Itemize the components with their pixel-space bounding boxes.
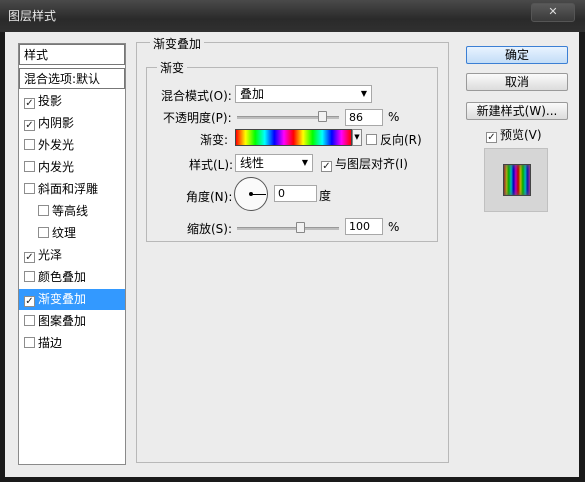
checkbox-unchecked-icon[interactable] xyxy=(24,183,35,194)
style-item-outer-glow[interactable]: 外发光 xyxy=(19,135,125,156)
style-item-label: 纹理 xyxy=(52,226,77,240)
style-select[interactable]: 线性 ▼ xyxy=(235,154,313,172)
scale-slider-track[interactable] xyxy=(237,227,339,230)
gradient-swatch[interactable] xyxy=(235,129,352,146)
style-item-label: 内阴影 xyxy=(38,116,75,130)
blend-mode-select[interactable]: 叠加 ▼ xyxy=(235,85,372,103)
preview-thumbnail xyxy=(484,148,548,212)
opacity-unit: % xyxy=(388,110,400,124)
style-item-pattern-overlay[interactable]: 图案叠加 xyxy=(19,311,125,332)
styles-header[interactable]: 样式 xyxy=(19,44,125,65)
dropdown-arrow-icon: ▼ xyxy=(301,158,308,167)
style-list-panel: 样式 混合选项:默认 ✓ 投影 ✓ 内阴影 外发光 内发光 斜面和浮雕 等高线 纹理… xyxy=(18,43,126,465)
window-title: 图层样式 xyxy=(8,9,57,23)
gradient-dropdown-arrow-icon[interactable]: ▼ xyxy=(352,129,362,146)
checkbox-checked-icon[interactable]: ✓ xyxy=(321,161,332,172)
style-item-label: 颜色叠加 xyxy=(38,270,87,284)
preview-label: 预览(V) xyxy=(500,128,542,142)
opacity-input[interactable]: 86 xyxy=(345,109,383,126)
blend-options-default[interactable]: 混合选项:默认 xyxy=(19,68,125,89)
style-item-label: 内发光 xyxy=(38,160,75,174)
checkbox-unchecked-icon[interactable] xyxy=(24,139,35,150)
checkbox-unchecked-icon[interactable] xyxy=(38,227,49,238)
subgroup-title: 渐变 xyxy=(157,59,188,76)
style-item-label: 图案叠加 xyxy=(38,314,87,328)
style-item-texture[interactable]: 纹理 xyxy=(19,223,125,244)
section-title: 渐变叠加 xyxy=(150,35,205,52)
style-item-drop-shadow[interactable]: ✓ 投影 xyxy=(19,91,125,112)
angle-input[interactable]: 0 xyxy=(274,185,317,202)
scale-unit: % xyxy=(388,220,400,234)
cancel-button[interactable]: 取消 xyxy=(466,73,568,91)
scale-slider-thumb[interactable] xyxy=(296,222,305,233)
title-bar[interactable]: 图层样式 ✕ xyxy=(0,0,585,32)
angle-needle xyxy=(251,194,266,195)
style-item-gradient-overlay[interactable]: ✓ 渐变叠加 xyxy=(19,289,125,310)
style-item-label: 光泽 xyxy=(38,248,63,262)
checkbox-unchecked-icon[interactable] xyxy=(24,271,35,282)
ok-button[interactable]: 确定 xyxy=(466,46,568,64)
dropdown-arrow-icon: ▼ xyxy=(360,89,367,98)
checkbox-checked-icon[interactable]: ✓ xyxy=(24,296,35,307)
style-item-stroke[interactable]: 描边 xyxy=(19,333,125,354)
style-item-inner-shadow[interactable]: ✓ 内阴影 xyxy=(19,113,125,134)
checkbox-checked-icon[interactable]: ✓ xyxy=(486,132,497,143)
new-style-button[interactable]: 新建样式(W)... xyxy=(466,102,568,120)
style-item-bevel-emboss[interactable]: 斜面和浮雕 xyxy=(19,179,125,200)
opacity-slider-thumb[interactable] xyxy=(318,111,327,122)
checkbox-unchecked-icon[interactable] xyxy=(24,337,35,348)
style-item-label: 外发光 xyxy=(38,138,75,152)
angle-unit: 度 xyxy=(319,189,332,203)
dialog-client: 样式 混合选项:默认 ✓ 投影 ✓ 内阴影 外发光 内发光 斜面和浮雕 等高线 纹理… xyxy=(5,32,579,477)
close-button[interactable]: ✕ xyxy=(531,3,575,22)
style-item-label: 描边 xyxy=(38,336,63,350)
checkbox-unchecked-icon[interactable] xyxy=(38,205,49,216)
style-item-inner-glow[interactable]: 内发光 xyxy=(19,157,125,178)
style-item-label: 渐变叠加 xyxy=(38,292,87,306)
checkbox-checked-icon[interactable]: ✓ xyxy=(24,252,35,263)
style-item-contour[interactable]: 等高线 xyxy=(19,201,125,222)
opacity-label: 不透明度(P): xyxy=(163,111,232,125)
checkbox-unchecked-icon[interactable] xyxy=(24,315,35,326)
blend-mode-label: 混合模式(O): xyxy=(161,89,232,103)
style-item-label: 投影 xyxy=(38,94,63,108)
style-item-label: 等高线 xyxy=(52,204,89,218)
reverse-label: 反向(R) xyxy=(380,133,422,147)
gradient-label: 渐变: xyxy=(200,133,229,147)
angle-dial[interactable] xyxy=(234,177,268,211)
reverse-option[interactable]: 反向(R) xyxy=(366,131,422,148)
checkbox-checked-icon[interactable]: ✓ xyxy=(24,98,35,109)
angle-center-dot xyxy=(249,192,253,196)
style-label: 样式(L): xyxy=(189,158,234,172)
preview-swatch xyxy=(503,164,531,196)
scale-input[interactable]: 100 xyxy=(345,218,383,235)
checkbox-checked-icon[interactable]: ✓ xyxy=(24,120,35,131)
align-label: 与图层对齐(I) xyxy=(335,157,408,171)
checkbox-unchecked-icon[interactable] xyxy=(366,134,377,145)
scale-label: 缩放(S): xyxy=(187,222,233,236)
preview-option[interactable]: ✓ 预览(V) xyxy=(486,126,542,143)
align-with-layer-option[interactable]: ✓ 与图层对齐(I) xyxy=(321,155,408,172)
angle-label: 角度(N): xyxy=(186,190,233,204)
style-item-satin[interactable]: ✓ 光泽 xyxy=(19,245,125,266)
checkbox-unchecked-icon[interactable] xyxy=(24,161,35,172)
style-item-color-overlay[interactable]: 颜色叠加 xyxy=(19,267,125,288)
style-value: 线性 xyxy=(240,156,265,170)
style-item-label: 斜面和浮雕 xyxy=(38,182,99,196)
blend-mode-value: 叠加 xyxy=(240,87,265,101)
